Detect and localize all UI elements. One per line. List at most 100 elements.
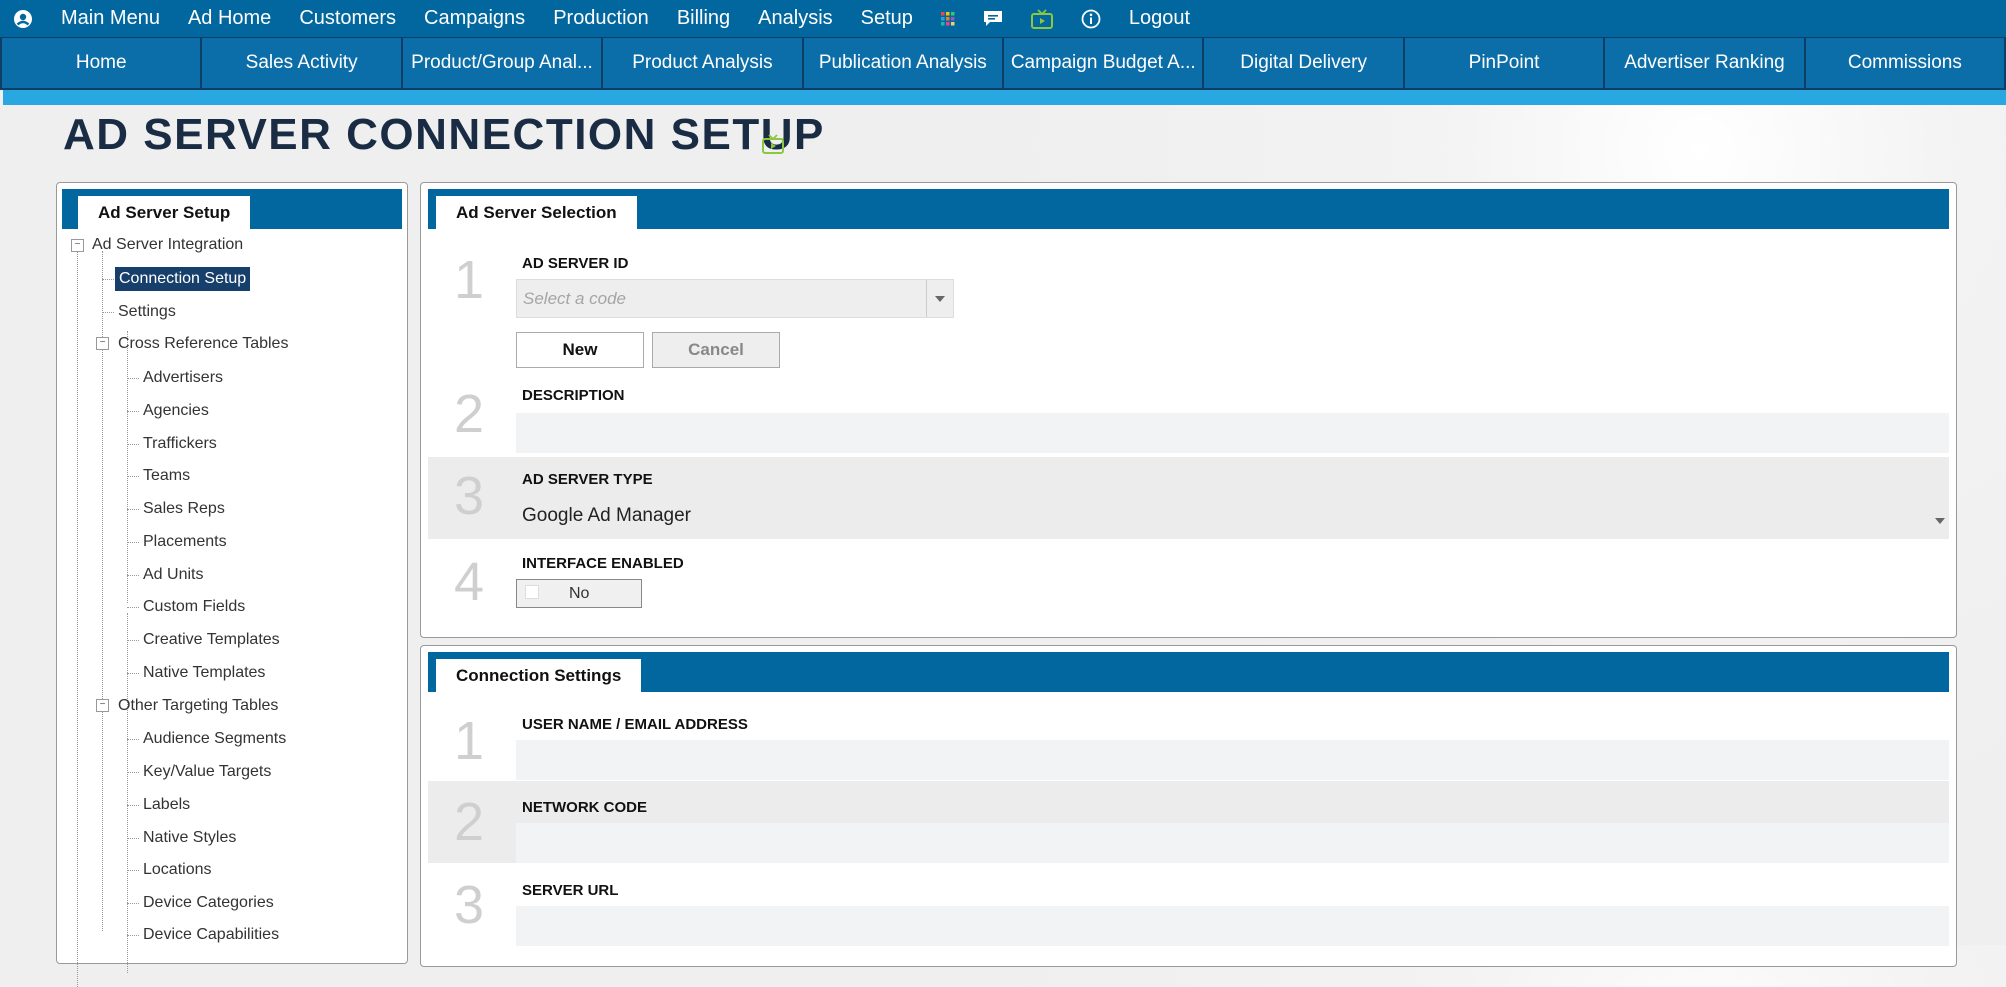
tree-guide-line: [127, 640, 139, 641]
ad-server-id-combo[interactable]: Select a code: [516, 279, 954, 318]
collapse-icon[interactable]: −: [96, 337, 109, 350]
toggle-checkbox[interactable]: [525, 585, 539, 599]
field-label: AD SERVER ID: [522, 255, 629, 272]
tree-node-ad-units[interactable]: Ad Units: [143, 563, 203, 587]
field-number: 1: [454, 711, 485, 771]
dropdown-arrow-icon[interactable]: [926, 280, 953, 317]
module-tab-bar: Home Sales Activity Product/Group Anal..…: [0, 37, 2006, 90]
field-number: 3: [454, 875, 485, 935]
field-number: 1: [454, 250, 485, 310]
interface-enabled-toggle[interactable]: No: [516, 579, 642, 608]
logout-link[interactable]: Logout: [1129, 7, 1190, 30]
connection-panel-header: Connection Settings: [428, 652, 1949, 692]
tab-product-analysis[interactable]: Product Analysis: [603, 38, 802, 88]
tree-guide-line: [127, 476, 139, 477]
toggle-label: No: [569, 585, 590, 602]
tree-node-native-styles[interactable]: Native Styles: [143, 826, 236, 850]
field-label: INTERFACE ENABLED: [522, 555, 684, 572]
server-url-input[interactable]: [516, 906, 1949, 946]
field-label: NETWORK CODE: [522, 799, 647, 816]
tree-node-placements[interactable]: Placements: [143, 530, 227, 554]
selection-panel-tab[interactable]: Ad Server Selection: [436, 196, 637, 229]
field-row-description: 2 DESCRIPTION: [428, 377, 1949, 457]
tab-pinpoint[interactable]: PinPoint: [1404, 38, 1604, 88]
field-row-interface-enabled: 4 INTERFACE ENABLED No: [428, 541, 1949, 625]
collapse-icon[interactable]: −: [96, 699, 109, 712]
tab-digital-delivery[interactable]: Digital Delivery: [1204, 38, 1403, 88]
menu-setup[interactable]: Setup: [861, 7, 913, 30]
tree-node-sales-reps[interactable]: Sales Reps: [143, 497, 225, 521]
tab-campaign-budget-analysis[interactable]: Campaign Budget A...: [1004, 38, 1203, 88]
tab-advertiser-ranking[interactable]: Advertiser Ranking: [1605, 38, 1804, 88]
description-input[interactable]: [516, 413, 1949, 453]
tree-node-native-templates[interactable]: Native Templates: [143, 661, 265, 685]
menu-ad-home[interactable]: Ad Home: [188, 7, 271, 30]
tree-node-device-capabilities[interactable]: Device Capabilities: [143, 923, 279, 947]
tree-node-creative-templates[interactable]: Creative Templates: [143, 628, 280, 652]
ad-server-type-select[interactable]: Google Ad Manager: [522, 505, 691, 527]
tree-node-locations[interactable]: Locations: [143, 858, 212, 882]
new-button[interactable]: New: [516, 332, 644, 368]
tree-node-settings[interactable]: Settings: [118, 300, 176, 324]
tree-node-agencies[interactable]: Agencies: [143, 399, 209, 423]
menu-billing[interactable]: Billing: [677, 7, 730, 30]
tree-guide-line: [102, 251, 103, 931]
menu-main-menu[interactable]: Main Menu: [61, 7, 160, 30]
menu-analysis[interactable]: Analysis: [758, 7, 832, 30]
tree-node-cross-reference-tables[interactable]: Cross Reference Tables: [118, 332, 288, 356]
tab-sales-activity[interactable]: Sales Activity: [202, 38, 401, 88]
tree-node-ad-server-integration[interactable]: Ad Server Integration: [92, 233, 243, 257]
field-label: AD SERVER TYPE: [522, 471, 653, 488]
grid-icon[interactable]: [940, 11, 955, 26]
tree-node-traffickers[interactable]: Traffickers: [143, 432, 217, 456]
user-name-input[interactable]: [516, 740, 1949, 780]
tree-node-advertisers[interactable]: Advertisers: [143, 366, 223, 390]
tree-guide-line: [127, 739, 139, 740]
tree-guide-line: [127, 805, 139, 806]
page-title: AD SERVER CONNECTION SETUP: [63, 110, 825, 159]
tree-node-device-categories[interactable]: Device Categories: [143, 891, 274, 915]
tree-guide-line: [127, 509, 139, 510]
tree-guide-line: [127, 838, 139, 839]
video-help-icon[interactable]: [762, 134, 784, 159]
tree-guide-line: [127, 575, 139, 576]
tv-icon[interactable]: [1030, 8, 1053, 29]
field-row-user-name: 1 USER NAME / EMAIL ADDRESS: [428, 698, 1949, 780]
tree-node-custom-fields[interactable]: Custom Fields: [143, 595, 245, 619]
sidebar-tab[interactable]: Ad Server Setup: [78, 196, 251, 229]
tree-node-other-targeting-tables[interactable]: Other Targeting Tables: [118, 694, 278, 718]
tab-publication-analysis[interactable]: Publication Analysis: [803, 38, 1003, 88]
info-icon[interactable]: [1081, 9, 1101, 29]
tree-guide-line: [127, 870, 139, 871]
tree-guide-line: [127, 542, 139, 543]
tree-guide-line: [127, 411, 139, 412]
tab-product-group-analysis[interactable]: Product/Group Anal...: [402, 38, 602, 88]
dropdown-arrow-icon[interactable]: [1935, 511, 1945, 529]
network-code-input[interactable]: [516, 823, 1949, 863]
connection-panel-tab[interactable]: Connection Settings: [436, 659, 642, 692]
chat-icon[interactable]: [983, 10, 1003, 28]
tree-node-key-value-targets[interactable]: Key/Value Targets: [143, 760, 271, 784]
menu-production[interactable]: Production: [553, 7, 649, 30]
tree-guide-line: [127, 607, 139, 608]
field-number: 2: [454, 792, 485, 852]
tree-guide-line: [77, 247, 78, 987]
tree-node-connection-setup[interactable]: Connection Setup: [115, 267, 251, 291]
menu-campaigns[interactable]: Campaigns: [424, 7, 525, 30]
tab-commissions[interactable]: Commissions: [1805, 38, 2005, 88]
tab-home[interactable]: Home: [2, 38, 201, 88]
accent-bar: [3, 90, 2006, 105]
tree-node-teams[interactable]: Teams: [143, 464, 190, 488]
cancel-button[interactable]: Cancel: [652, 332, 780, 368]
menu-customers[interactable]: Customers: [299, 7, 396, 30]
field-row-network-code: 2 NETWORK CODE: [428, 781, 1949, 863]
sidebar-header: Ad Server Setup: [62, 189, 402, 229]
field-row-ad-server-id: 1 AD SERVER ID Select a code New Cancel: [428, 235, 1949, 375]
tree-guide-line: [127, 331, 128, 603]
user-icon[interactable]: [13, 9, 33, 29]
tree-node-audience-segments[interactable]: Audience Segments: [143, 727, 286, 751]
collapse-icon[interactable]: −: [71, 239, 84, 252]
field-label: USER NAME / EMAIL ADDRESS: [522, 716, 748, 733]
sidebar-panel: Ad Server Setup − Ad Server Integration …: [56, 182, 408, 987]
tree-node-labels[interactable]: Labels: [143, 793, 190, 817]
